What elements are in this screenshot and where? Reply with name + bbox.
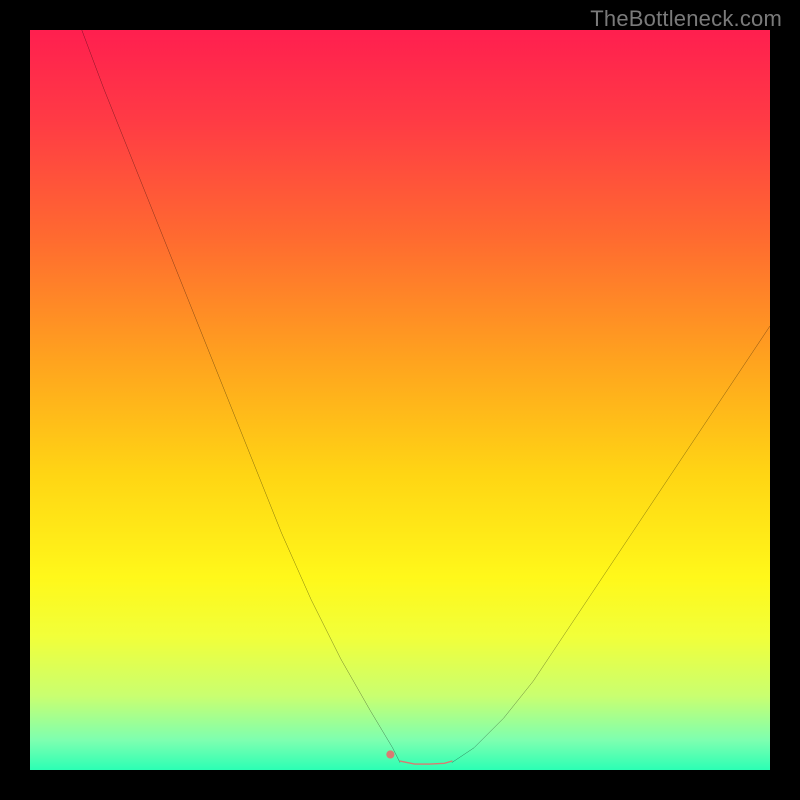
- bottleneck-chart: [30, 30, 770, 770]
- gradient-background: [30, 30, 770, 770]
- watermark-label: TheBottleneck.com: [590, 6, 782, 32]
- accent-dot: [386, 750, 394, 758]
- chart-frame: TheBottleneck.com: [0, 0, 800, 800]
